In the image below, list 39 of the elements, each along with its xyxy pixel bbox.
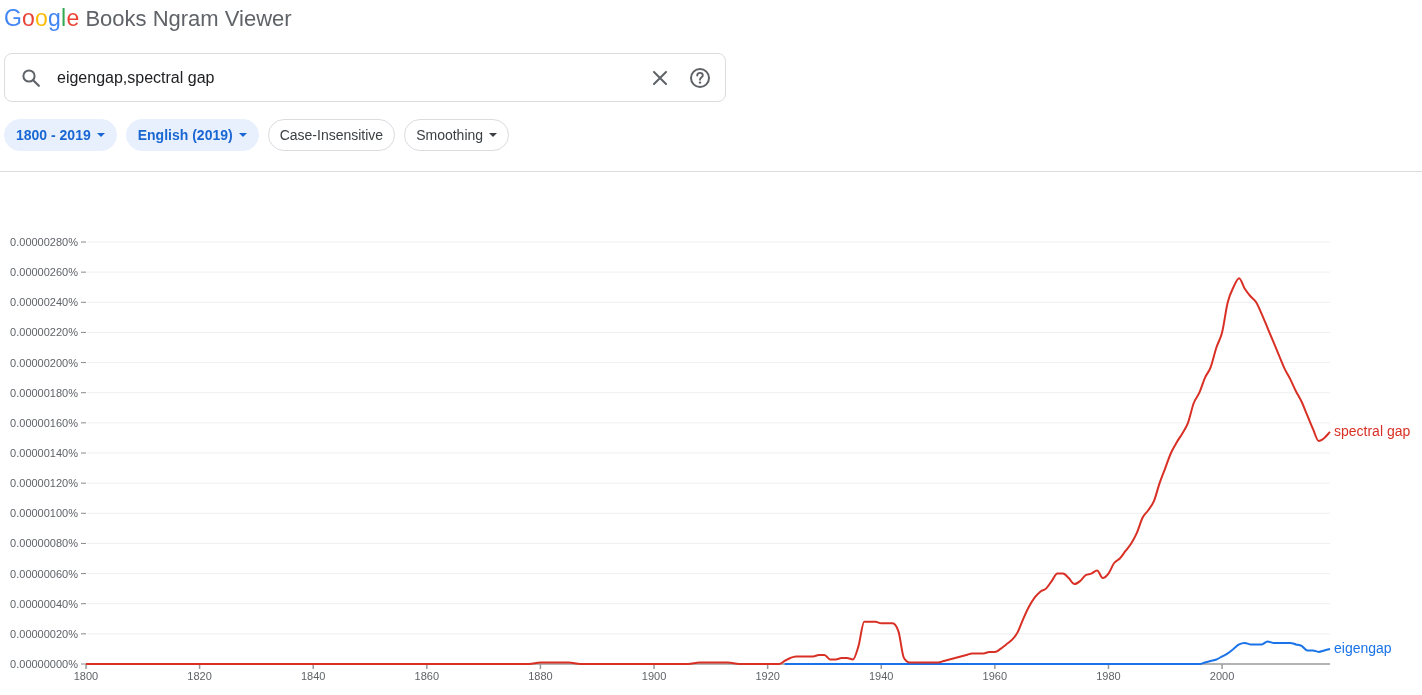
y-axis-label: 0.00000060% [10,567,78,580]
x-axis-label: 1880 [528,670,553,682]
x-axis-label: 1840 [300,670,326,682]
x-axis-label: 1980 [1096,670,1121,682]
y-axis-label: 0.00000000% [10,658,78,670]
filter-chip[interactable]: 1800 - 2019 [4,119,117,151]
search-field[interactable]: eigengap,spectral gap [4,53,726,102]
y-axis-label: 0.00000160% [10,416,78,429]
x-axis-label: 1960 [982,670,1008,682]
y-axis-label: 0.00000280% [10,236,78,248]
y-axis-label: 0.00000120% [10,477,78,490]
y-axis-label: 0.00000080% [10,537,78,550]
series-label: eigengap [1334,639,1392,656]
logo[interactable]: Google [4,5,80,32]
x-axis-label: 2000 [1209,670,1235,682]
help-icon[interactable] [690,67,710,88]
series-label: spectral gap [1334,422,1411,439]
x-axis-label: 1800 [73,670,99,682]
search-icon [22,68,40,87]
x-axis-label: 1940 [869,670,894,682]
y-axis-label: 0.00000140% [10,447,78,459]
x-axis-label: 1900 [641,670,667,682]
search-input[interactable]: eigengap,spectral gap [57,68,641,87]
y-axis-label: 0.00000200% [10,356,78,369]
y-axis-label: 0.00000100% [10,507,78,520]
x-axis-label: 1860 [414,670,440,682]
filter-chip[interactable]: English (2019) [125,119,259,151]
y-axis-label: 0.00000180% [10,386,78,399]
app-title: Books Ngram Viewer [85,6,292,32]
y-axis-label: 0.00000220% [10,326,78,339]
y-axis-label: 0.00000020% [10,627,78,640]
y-axis-label: 0.00000040% [10,597,78,610]
filter-chip[interactable]: Case-Insensitive [267,119,396,151]
x-axis-label: 1820 [187,670,212,682]
filter-chip[interactable]: Smoothing [404,119,510,151]
y-axis-label: 0.00000240% [10,296,78,309]
y-axis-label: 0.00000260% [10,266,78,279]
close-icon[interactable] [653,70,667,85]
x-axis-label: 1920 [755,670,780,682]
